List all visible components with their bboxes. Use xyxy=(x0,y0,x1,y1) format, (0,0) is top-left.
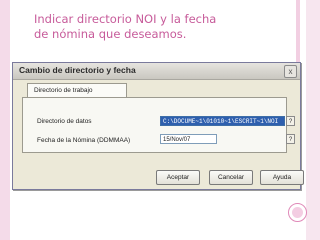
tab-panel: Directorio de datos C:\DOCUME~1\01010~1\… xyxy=(22,97,295,153)
slide-caption-line-2: de nómina que deseamos. xyxy=(34,27,187,41)
close-button[interactable]: x xyxy=(284,65,297,78)
circle-ornament-icon xyxy=(288,203,307,222)
slide-decoration-bar xyxy=(296,0,300,70)
data-directory-label: Directorio de datos xyxy=(37,118,92,125)
payroll-date-label: Fecha de la Nómina (DDMMAA) xyxy=(37,137,131,144)
payroll-date-input[interactable]: 15/Nov/07 xyxy=(160,134,217,144)
payroll-date-help-button[interactable]: ? xyxy=(286,134,295,144)
data-directory-help-button[interactable]: ? xyxy=(286,116,295,126)
cancel-button[interactable]: Cancelar xyxy=(209,170,253,185)
slide-decoration-right xyxy=(306,0,320,240)
question-mark-icon: ? xyxy=(288,137,293,143)
dialog-titlebar[interactable]: Cambio de directorio y fecha x xyxy=(13,63,300,80)
data-directory-input[interactable]: C:\DOCUME~1\01010~1\ESCRIT~1\NOI xyxy=(160,116,285,126)
change-directory-dialog: Cambio de directorio y fecha x Directori… xyxy=(12,62,304,190)
slide-decoration-left xyxy=(0,0,10,240)
dialog-title: Cambio de directorio y fecha xyxy=(19,65,136,75)
tab-working-directory[interactable]: Directorio de trabajo xyxy=(27,83,127,97)
slide-caption: Indicar directorio NOI y la fecha de nóm… xyxy=(34,12,284,42)
accept-button[interactable]: Aceptar xyxy=(156,170,200,185)
help-button[interactable]: Ayuda xyxy=(260,170,304,185)
question-mark-icon: ? xyxy=(288,119,293,125)
close-icon: x xyxy=(288,67,293,76)
slide-caption-line-1: Indicar directorio NOI y la fecha xyxy=(34,12,217,26)
